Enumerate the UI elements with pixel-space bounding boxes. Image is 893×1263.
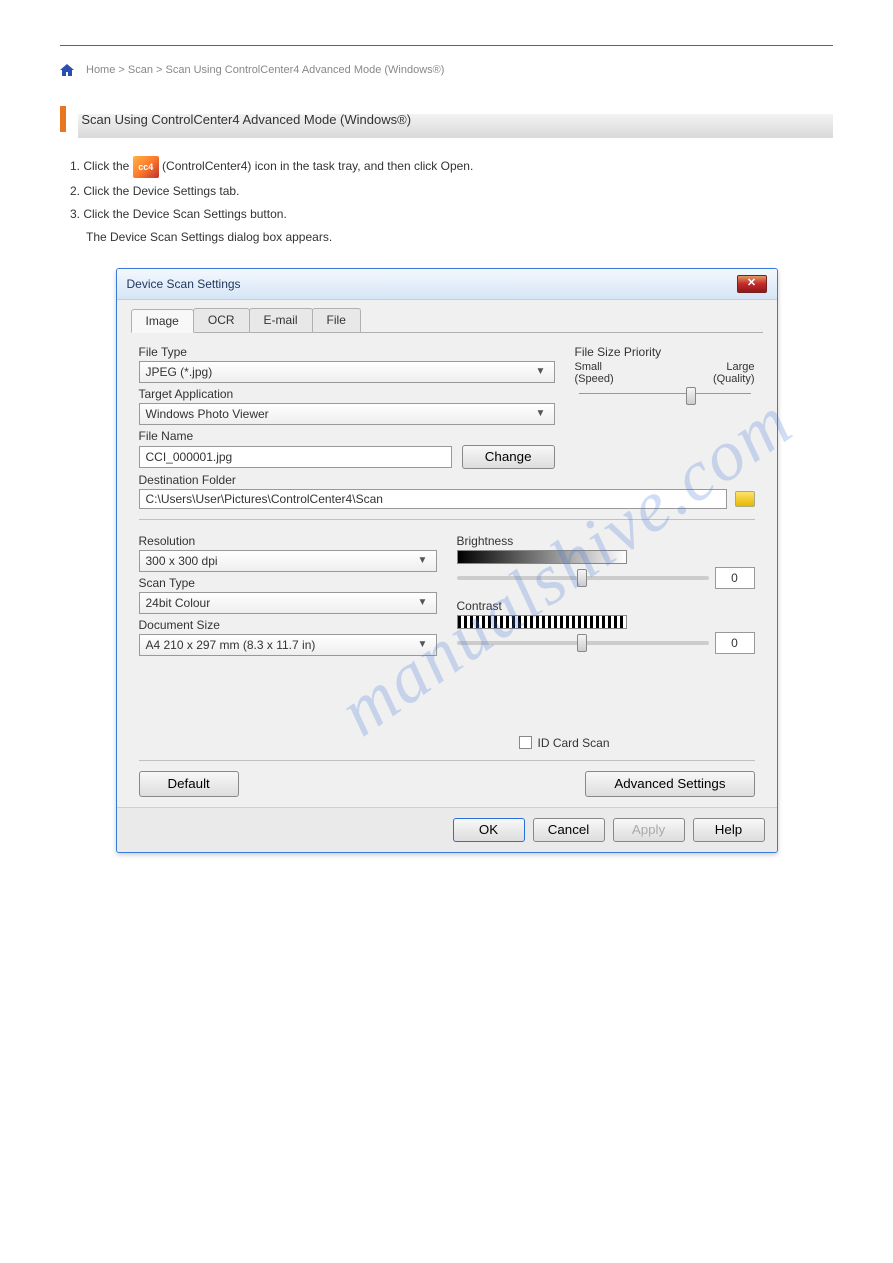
dialog-title: Device Scan Settings [127, 277, 241, 291]
id-card-scan-checkbox[interactable] [519, 736, 532, 749]
fsp-quality-label: (Quality) [713, 373, 755, 385]
contrast-pattern [457, 615, 627, 629]
tabs: Image OCR E-mail File [131, 308, 763, 333]
file-name-input[interactable]: CCI_000001.jpg [139, 446, 452, 468]
chevron-down-icon: ▼ [416, 639, 430, 650]
doc-size-label: Document Size [139, 618, 437, 632]
tab-ocr[interactable]: OCR [193, 308, 250, 332]
default-button[interactable]: Default [139, 771, 239, 797]
apply-button: Apply [613, 818, 685, 842]
separator [139, 760, 755, 761]
titlebar[interactable]: Device Scan Settings ✕ [117, 269, 777, 300]
help-button[interactable]: Help [693, 818, 765, 842]
top-rule [60, 45, 833, 46]
change-button[interactable]: Change [462, 445, 555, 469]
resolution-select[interactable]: 300 x 300 dpi▼ [139, 550, 437, 572]
target-app-label: Target Application [139, 387, 555, 401]
file-name-label: File Name [139, 429, 555, 443]
file-type-select[interactable]: JPEG (*.jpg)▼ [139, 361, 555, 383]
brightness-value[interactable]: 0 [715, 567, 755, 589]
brightness-label: Brightness [457, 534, 755, 548]
contrast-label: Contrast [457, 599, 755, 613]
tab-image[interactable]: Image [131, 309, 194, 333]
dest-folder-label: Destination Folder [139, 473, 555, 487]
file-size-priority-slider[interactable] [575, 389, 755, 409]
doc-size-select[interactable]: A4 210 x 297 mm (8.3 x 11.7 in)▼ [139, 634, 437, 656]
file-type-label: File Type [139, 345, 555, 359]
title-accent [60, 106, 66, 132]
breadcrumb[interactable]: Home > Scan > Scan Using ControlCenter4 … [86, 64, 444, 76]
tab-email[interactable]: E-mail [249, 308, 313, 332]
fsp-small-label: Small [575, 361, 603, 373]
chevron-down-icon: ▼ [534, 366, 548, 377]
step-3-note: The Device Scan Settings dialog box appe… [86, 228, 833, 247]
file-size-priority-label: File Size Priority [575, 345, 755, 359]
cc4-icon: cc4 [133, 156, 159, 178]
chevron-down-icon: ▼ [534, 408, 548, 419]
fsp-large-label: Large [726, 361, 754, 373]
tab-file[interactable]: File [312, 308, 361, 332]
target-app-select[interactable]: Windows Photo Viewer▼ [139, 403, 555, 425]
step-3: 3. Click the Device Scan Settings button… [70, 205, 833, 224]
device-scan-settings-dialog: Device Scan Settings ✕ Image OCR E-mail … [116, 268, 778, 853]
browse-folder-icon[interactable] [735, 491, 755, 507]
scan-type-select[interactable]: 24bit Colour▼ [139, 592, 437, 614]
close-button[interactable]: ✕ [737, 275, 767, 293]
chevron-down-icon: ▼ [416, 597, 430, 608]
contrast-slider[interactable] [457, 641, 709, 645]
brightness-slider[interactable] [457, 576, 709, 580]
separator [139, 519, 755, 520]
id-card-scan-label: ID Card Scan [538, 736, 610, 750]
ok-button[interactable]: OK [453, 818, 525, 842]
dest-folder-input[interactable]: C:\Users\User\Pictures\ControlCenter4\Sc… [139, 489, 727, 509]
page-title: Scan Using ControlCenter4 Advanced Mode … [81, 112, 411, 127]
fsp-speed-label: (Speed) [575, 373, 614, 385]
step-1: 1. Click the cc4 (ControlCenter4) icon i… [70, 156, 833, 178]
contrast-value[interactable]: 0 [715, 632, 755, 654]
advanced-settings-button[interactable]: Advanced Settings [585, 771, 754, 797]
brightness-gradient [457, 550, 627, 564]
scan-type-label: Scan Type [139, 576, 437, 590]
home-icon[interactable] [60, 64, 74, 76]
chevron-down-icon: ▼ [416, 555, 430, 566]
cancel-button[interactable]: Cancel [533, 818, 605, 842]
step-2: 2. Click the Device Settings tab. [70, 182, 833, 201]
resolution-label: Resolution [139, 534, 437, 548]
